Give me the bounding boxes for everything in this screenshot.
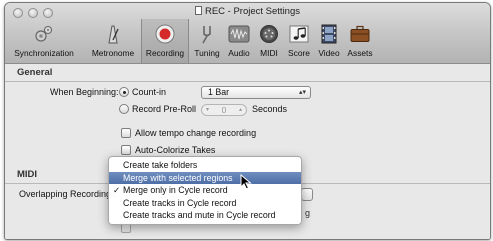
allow-tempo-checkbox[interactable] (121, 128, 131, 138)
hidden-row-text-fragment: g (305, 208, 311, 218)
window-title: REC - Project Settings (5, 6, 490, 17)
mouse-pointer-icon (240, 174, 252, 190)
pre-roll-value: 0 (221, 105, 227, 115)
menu-item-create-tracks-cycle[interactable]: Create tracks in Cycle record (109, 197, 301, 210)
general-heading: General (17, 67, 53, 78)
menu-item-label: Merge only in Cycle record (123, 185, 228, 196)
document-icon (194, 6, 202, 15)
metronome-icon (100, 22, 126, 46)
popup-arrows-icon: ▴▾ (298, 89, 306, 96)
menu-item-create-tracks-mute-cycle[interactable]: Create tracks and mute in Cycle record (109, 209, 301, 222)
audio-waveform-icon (226, 22, 252, 46)
tab-synchronization[interactable]: Synchronization (11, 19, 77, 63)
checkmark-icon: ✓ (113, 185, 121, 196)
tab-metronome[interactable]: Metronome (87, 19, 139, 63)
count-in-radio[interactable] (119, 87, 129, 97)
briefcase-icon (347, 22, 373, 46)
tuning-fork-icon (194, 22, 220, 46)
overlapping-recordings-select-edge[interactable] (301, 188, 313, 201)
gears-icon (31, 22, 57, 46)
tab-metronome-label: Metronome (91, 48, 135, 58)
record-icon (152, 22, 178, 46)
count-in-value: 1 Bar (208, 87, 230, 97)
pre-roll-unit-label: Seconds (252, 104, 288, 114)
tab-video-label: Video (318, 48, 340, 58)
pre-roll-stepper[interactable]: ▾ 0 ▴ (201, 104, 247, 116)
tab-recording-label: Recording (145, 48, 185, 58)
film-strip-icon (316, 22, 342, 46)
tab-tuning[interactable]: Tuning (191, 19, 223, 63)
when-beginning-label: When Beginning: (50, 87, 119, 97)
general-divider (5, 81, 490, 82)
menu-item-merge-with-selected[interactable]: Merge with selected regions (109, 171, 301, 185)
menu-item-label: Merge with selected regions (123, 172, 233, 183)
tab-recording[interactable]: Recording (141, 19, 189, 63)
count-in-select[interactable]: 1 Bar ▴▾ (201, 86, 311, 99)
stepper-up-icon[interactable]: ▴ (239, 105, 242, 115)
tab-video[interactable]: Video (314, 19, 344, 63)
auto-colorize-label: Auto-Colorize Takes (135, 145, 216, 155)
tab-assets-label: Assets (347, 48, 373, 58)
midi-heading: MIDI (17, 169, 38, 180)
auto-colorize-checkbox[interactable] (121, 145, 131, 155)
tab-synchronization-label: Synchronization (14, 48, 74, 58)
tab-midi[interactable]: MIDI (256, 19, 282, 63)
midi-port-icon (256, 22, 282, 46)
score-notes-icon (286, 22, 312, 46)
overlapping-recordings-menu: Create take folders Merge with selected … (108, 156, 302, 225)
tab-midi-label: MIDI (260, 48, 278, 58)
window-title-text: REC - Project Settings (204, 6, 301, 17)
pre-roll-label: Record Pre-Roll (132, 104, 197, 114)
tab-tuning-label: Tuning (194, 48, 220, 58)
menu-item-merge-only-cycle[interactable]: ✓ Merge only in Cycle record (109, 184, 301, 197)
stepper-down-icon[interactable]: ▾ (206, 105, 209, 115)
tab-assets[interactable]: Assets (344, 19, 376, 63)
overlapping-recordings-label: Overlapping Recordings: (19, 189, 119, 199)
tab-audio-label: Audio (228, 48, 250, 58)
pre-roll-radio[interactable] (119, 104, 129, 114)
tab-score[interactable]: Score (284, 19, 314, 63)
menu-item-create-take-folders[interactable]: Create take folders (109, 159, 301, 172)
menu-item-label: Create tracks and mute in Cycle record (123, 210, 276, 221)
allow-tempo-label: Allow tempo change recording (135, 128, 257, 138)
count-in-label: Count-in (132, 87, 167, 97)
title-bar: REC - Project Settings Synchronization M… (5, 3, 490, 64)
tab-audio[interactable]: Audio (225, 19, 253, 63)
menu-item-label: Create take folders (123, 160, 198, 170)
tab-score-label: Score (288, 48, 310, 58)
settings-toolbar: Synchronization Metronome Recording Tuni… (5, 19, 490, 63)
menu-item-label: Create tracks in Cycle record (123, 197, 237, 208)
